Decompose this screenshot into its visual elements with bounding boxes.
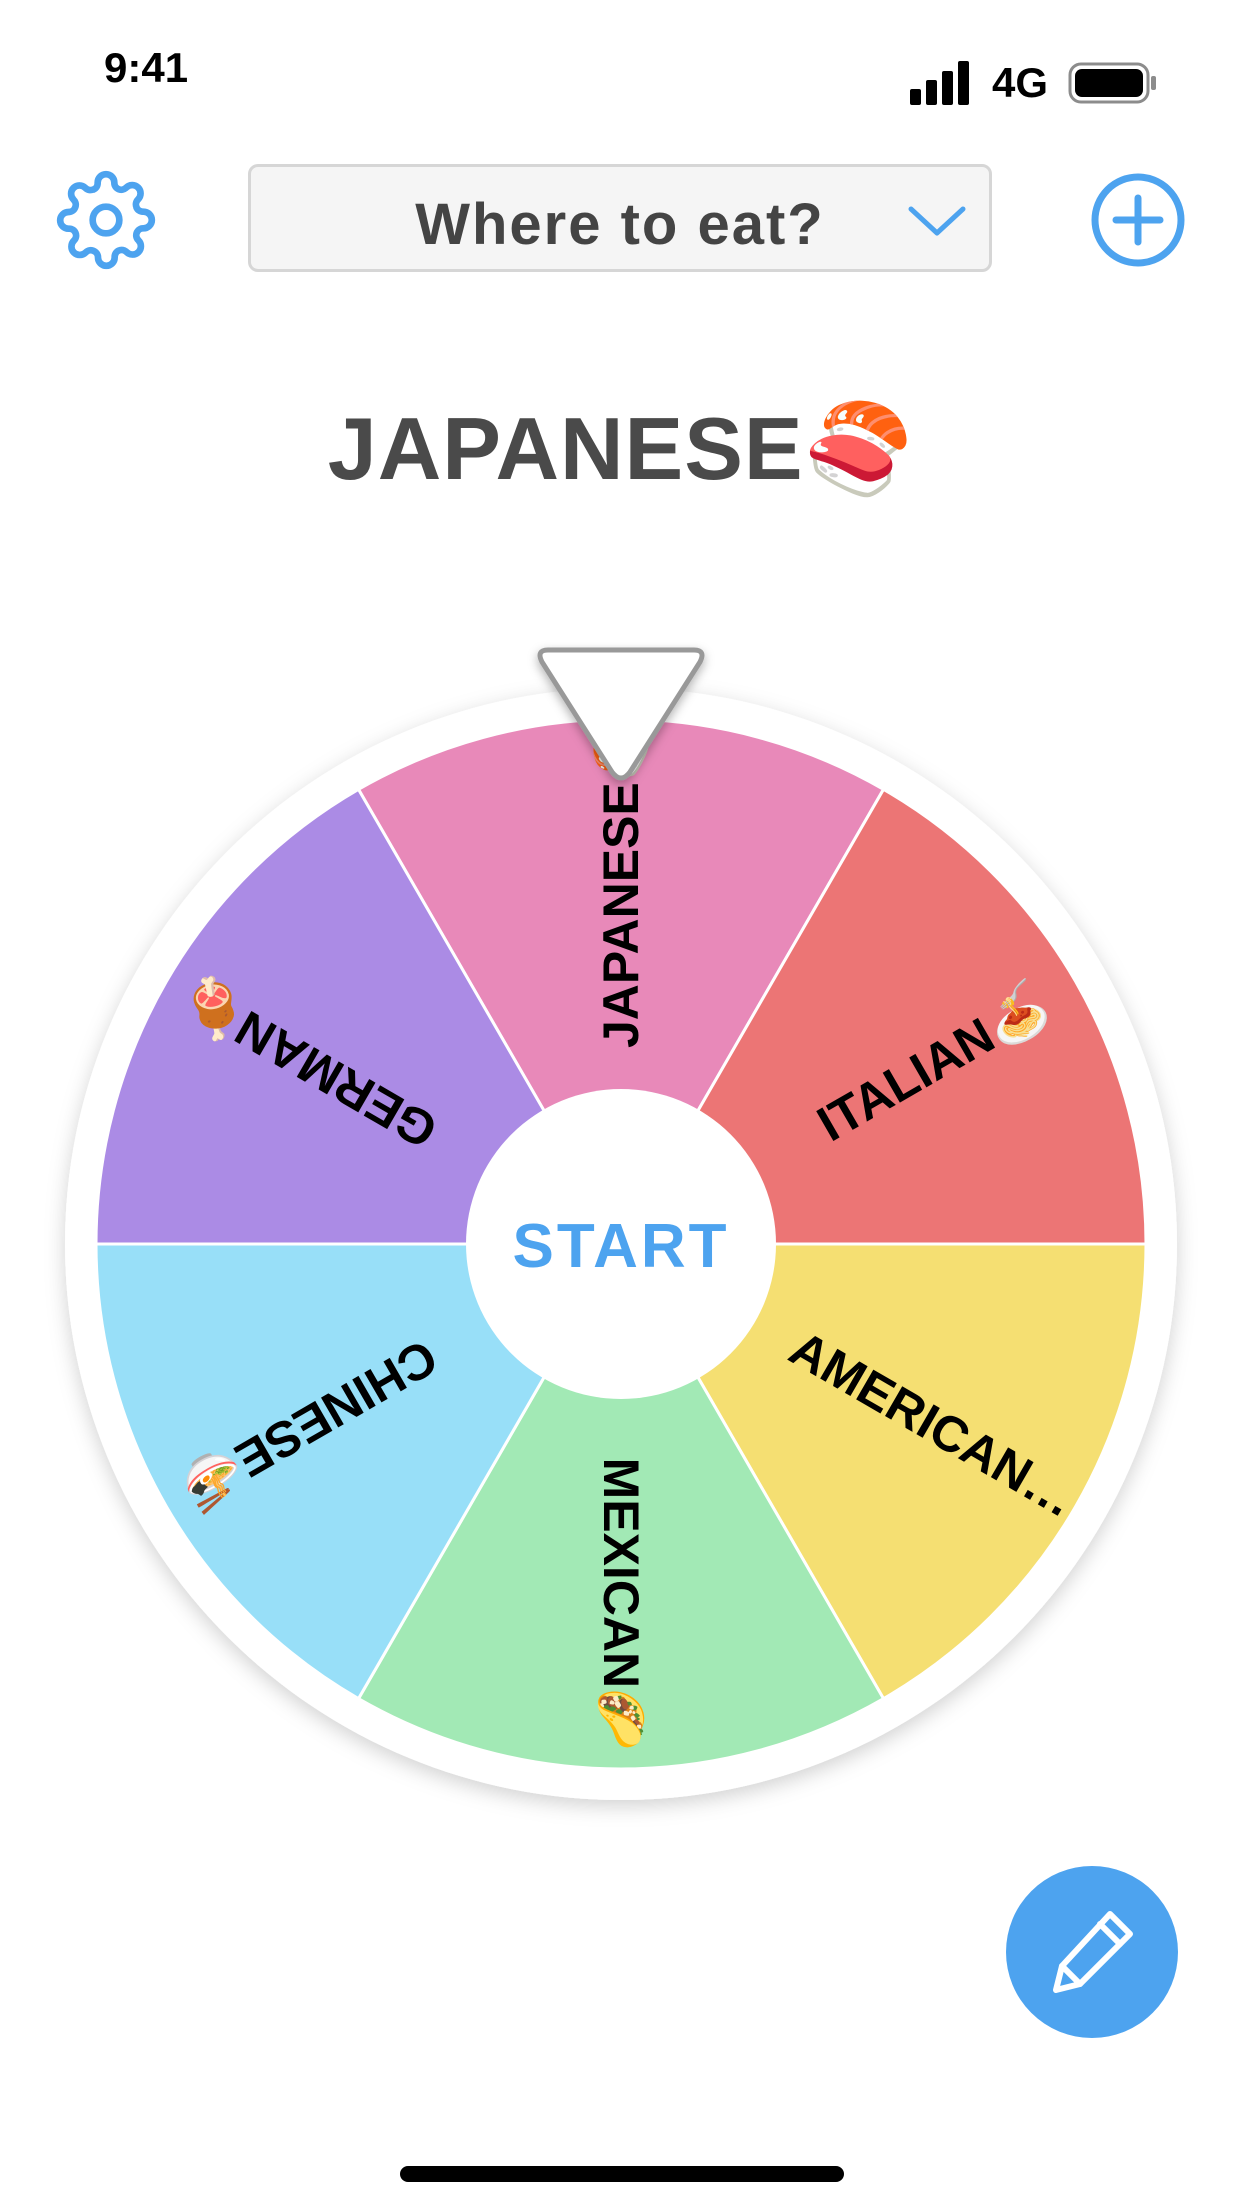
edit-button[interactable] [1006, 1866, 1178, 2038]
settings-button[interactable] [56, 170, 156, 270]
status-bar: 9:41 4G [0, 0, 1242, 120]
add-wheel-button[interactable] [1088, 170, 1188, 270]
wheel-title: Where to eat? [415, 192, 825, 257]
start-button[interactable]: START [466, 1089, 776, 1399]
plus-circle-icon [1091, 173, 1185, 267]
gear-icon [56, 170, 156, 270]
battery-full-icon [1068, 62, 1158, 104]
network-label: 4G [991, 59, 1048, 106]
home-indicator [400, 2166, 844, 2182]
start-label: START [512, 1212, 730, 1281]
chevron-down-icon [908, 206, 966, 236]
app-screen: 9:41 4G Where to eat? JAPANESE🍣 JAPANESE… [0, 0, 1242, 2208]
status-indicators: 4G [909, 58, 1158, 108]
signal-bars-icon [909, 61, 972, 105]
toolbar: Where to eat? [0, 160, 1242, 280]
status-time: 9:41 [104, 44, 189, 91]
wheel-segment-label: MEXICAN🌮 [593, 1458, 649, 1751]
spin-wheel[interactable]: JAPANESE🍣 ITALIAN🍝 AMERICAN… MEXICAN🌮 CHINES… [0, 600, 1242, 1860]
pencil-icon [1053, 1911, 1133, 1993]
wheel-selector-dropdown[interactable]: Where to eat? [248, 164, 992, 272]
result-label: JAPANESE🍣 [327, 399, 915, 498]
